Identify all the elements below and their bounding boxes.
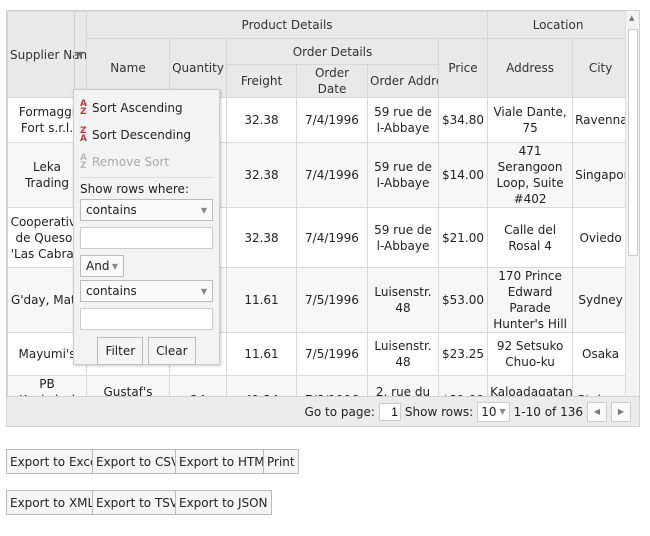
operator-select[interactable]: And ▼ <box>80 255 124 277</box>
cell-city[interactable]: Sydney <box>572 267 630 333</box>
cell-freight[interactable]: 11.61 <box>226 332 297 376</box>
rows-per-page-value: 10 <box>481 404 497 419</box>
column-header-city[interactable]: City <box>572 38 630 98</box>
column-filter-menu: A Z Sort Ascending Z A Sort Descending A Z Rem… <box>73 89 220 365</box>
cell-address[interactable]: 92 Setsuko Chuo-ku <box>487 332 574 376</box>
sort-ascending-icon: AZ <box>80 98 87 117</box>
filter-value-1-input[interactable] <box>80 227 213 249</box>
cell-address[interactable]: 471 Serangoon Loop, Suite #402 <box>487 142 574 208</box>
export-csv-button[interactable]: Export to CSV <box>92 449 184 474</box>
condition-2-value: contains <box>86 284 137 298</box>
remove-sort-icon: AZ <box>80 152 87 171</box>
show-rows-label: Show rows where: <box>80 182 189 196</box>
chevron-down-icon: ▼ <box>200 205 207 215</box>
next-page-button[interactable]: ▶ <box>611 401 631 422</box>
cell-city[interactable]: Osaka <box>572 332 630 376</box>
cell-price[interactable]: $23.25 <box>437 332 489 376</box>
filter-menu-button[interactable]: ▼ <box>74 12 86 97</box>
show-rows-label: Show rows: <box>404 404 474 419</box>
cell-freight[interactable]: 32.38 <box>226 97 297 143</box>
menu-label: Sort Descending <box>92 127 192 142</box>
cell-order-address[interactable]: 59 rue de l-Abbaye <box>367 142 439 208</box>
column-header-order-address[interactable]: Order Addre... <box>367 64 439 98</box>
column-header-freight[interactable]: Freight <box>226 64 297 98</box>
cell-order-date[interactable]: 7/4/1996 <box>296 207 368 268</box>
cell-address[interactable]: Calle del Rosal 4 <box>487 207 574 268</box>
chevron-down-icon: ▼ <box>111 261 118 271</box>
cell-order-address[interactable]: Luisenstr. 48 <box>367 332 439 376</box>
scroll-up-icon[interactable]: ▲ <box>629 14 634 22</box>
column-header-supplier[interactable]: Supplier Nam ▼ <box>7 11 87 98</box>
print-button[interactable]: Print <box>263 449 299 474</box>
chevron-down-icon: ▼ <box>499 407 506 416</box>
menu-divider <box>80 177 213 178</box>
export-tsv-button[interactable]: Export to TSV <box>92 490 183 515</box>
cell-price[interactable]: $14.00 <box>437 142 489 208</box>
cell-freight[interactable]: 11.61 <box>226 267 297 333</box>
column-header-order-date[interactable]: Order Date <box>296 64 368 98</box>
pager: Go to page: Show rows: 10▼ 1-10 of 136 ◀… <box>7 396 639 426</box>
export-xml-button[interactable]: Export to XML <box>6 490 99 515</box>
cell-order-address[interactable]: 59 rue de l-Abbaye <box>367 97 439 143</box>
cell-order-date[interactable]: 7/4/1996 <box>296 97 368 143</box>
remove-sort-item[interactable]: A Z Remove Sort <box>80 148 213 175</box>
cell-city[interactable]: Oviedo <box>572 207 630 268</box>
sort-ascending-item[interactable]: A Z Sort Ascending <box>80 94 213 121</box>
clear-button[interactable]: Clear <box>148 337 196 365</box>
cell-order-date[interactable]: 7/5/1996 <box>296 267 368 333</box>
menu-label: Sort Ascending <box>92 100 183 115</box>
export-html-button[interactable]: Export to HTML <box>175 449 276 474</box>
group-header-location: Location <box>487 11 630 39</box>
cell-price[interactable]: $34.80 <box>437 97 489 143</box>
prev-page-button[interactable]: ◀ <box>587 401 607 422</box>
cell-price[interactable]: $21.00 <box>437 207 489 268</box>
cell-address[interactable]: Viale Dante, 75 <box>487 97 574 143</box>
export-excel-button[interactable]: Export to Excel <box>6 449 105 474</box>
condition-1-value: contains <box>86 203 137 217</box>
cell-city[interactable]: Ravenna <box>572 97 630 143</box>
cell-order-date[interactable]: 7/5/1996 <box>296 332 368 376</box>
goto-page-label: Go to page: <box>304 404 375 419</box>
menu-label: Remove Sort <box>92 154 170 169</box>
rows-per-page-select[interactable]: 10 ▼ <box>477 401 510 422</box>
column-header-address[interactable]: Address <box>487 38 574 98</box>
export-json-button[interactable]: Export to JSON <box>175 490 272 515</box>
cell-city[interactable]: Singapore <box>572 142 630 208</box>
column-header-price[interactable]: Price <box>437 38 489 98</box>
sort-descending-icon: ZA <box>80 125 87 144</box>
condition-2-select[interactable]: contains ▼ <box>80 280 213 302</box>
goto-page-input[interactable] <box>378 402 401 421</box>
cell-order-address[interactable]: 59 rue de l-Abbaye <box>367 207 439 268</box>
page-range: 1-10 of 136 <box>513 404 583 419</box>
chevron-down-icon: ▼ <box>200 286 207 296</box>
group-header-product-details: Product Details <box>85 11 489 39</box>
cell-price[interactable]: $53.00 <box>437 267 489 333</box>
condition-1-select[interactable]: contains ▼ <box>80 199 213 221</box>
scrollbar-thumb[interactable] <box>628 29 638 256</box>
group-header-order-details: Order Details <box>226 38 439 65</box>
operator-value: And <box>86 259 110 273</box>
cell-address[interactable]: 170 Prince Edward Parade Hunter's Hill <box>487 267 574 333</box>
vertical-scrollbar[interactable]: ▲ <box>625 11 639 399</box>
cell-order-address[interactable]: Luisenstr. 48 <box>367 267 439 333</box>
filter-value-2-input[interactable] <box>80 308 213 330</box>
sort-descending-item[interactable]: Z A Sort Descending <box>80 121 213 148</box>
cell-freight[interactable]: 32.38 <box>226 207 297 268</box>
cell-order-date[interactable]: 7/4/1996 <box>296 142 368 208</box>
filter-button[interactable]: Filter <box>97 337 144 365</box>
cell-freight[interactable]: 32.38 <box>226 142 297 208</box>
